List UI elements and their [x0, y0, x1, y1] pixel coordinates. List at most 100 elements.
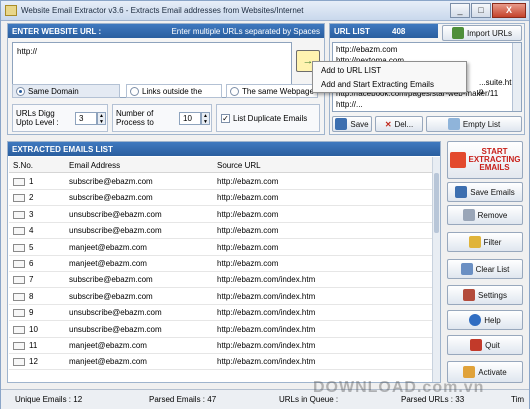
radio-same-domain[interactable]: Same Domain: [12, 84, 120, 98]
watermark: DOWNLOAD.com.vn: [313, 379, 485, 396]
table-row[interactable]: 6 manjeet@ebazm.com http://ebazm.com: [9, 256, 434, 272]
row-email: unsubscribe@ebazm.com: [69, 308, 162, 318]
envelope-icon: [13, 178, 25, 186]
row-sno: 8: [29, 291, 34, 301]
status-time: Tim: [511, 395, 525, 404]
quit-icon: [470, 339, 483, 351]
app-window: Website Email Extractor v3.6 - Extracts …: [0, 0, 530, 409]
radio-links-outside[interactable]: Links outside the: [126, 84, 222, 98]
emails-panel: EXTRACTED EMAILS LIST S.No. Email Addres…: [7, 141, 441, 383]
maximize-button[interactable]: □: [471, 3, 491, 18]
import-icon: [452, 27, 465, 39]
row-source: http://ebazm.com: [217, 226, 279, 236]
row-email: subscribe@ebazm.com: [69, 177, 153, 186]
filter-button[interactable]: Filter: [447, 232, 523, 252]
envelope-icon: [13, 276, 25, 285]
import-urls-button[interactable]: Import URLs: [442, 25, 522, 41]
url-list-item[interactable]: http://...: [336, 100, 363, 109]
remove-icon: [462, 209, 475, 221]
clear-list-icon: [460, 263, 473, 275]
radio-dot-icon: [130, 86, 139, 96]
process-count-spinner[interactable]: ▲ ▼: [201, 112, 210, 125]
envelope-icon: [13, 243, 25, 252]
row-source: http://ebazm.com: [217, 242, 279, 252]
url-entry-panel: ENTER WEBSITE URL : Enter multiple URLs …: [7, 23, 325, 135]
scrollbar-thumb[interactable]: [434, 173, 439, 233]
delete-icon: ✕: [384, 119, 392, 129]
row-email: subscribe@ebazm.com: [69, 291, 153, 301]
menu-item-add-to-url-list[interactable]: Add to URL LIST: [321, 66, 381, 75]
empty-list-button[interactable]: Empty List: [426, 116, 522, 132]
table-row[interactable]: 11 manjeet@ebazm.com http://ebazm.com/inde…: [9, 338, 434, 354]
help-icon: [469, 314, 482, 326]
table-row[interactable]: 2 subscribe@ebazm.com http://ebazm.com: [9, 190, 434, 207]
row-source: http://ebazm.com/index.htm: [217, 324, 316, 334]
process-count-group: Number of Process to 10 ▲ ▼: [112, 104, 212, 132]
table-row[interactable]: 7 subscribe@ebazm.com http://ebazm.com/ind…: [9, 272, 434, 289]
quit-button[interactable]: Quit: [447, 335, 523, 355]
window-title: Website Email Extractor v3.6 - Extracts …: [21, 6, 304, 15]
urls-digg-level-input[interactable]: 3: [75, 112, 97, 125]
url-list-header: URL LIST 408: [330, 24, 438, 38]
row-sno: 4: [29, 226, 34, 236]
settings-button[interactable]: Settings: [447, 285, 523, 305]
start-extracting-button[interactable]: START EXTRACTING EMAILS: [447, 141, 523, 179]
row-source: http://ebazm.com: [217, 177, 279, 186]
column-source[interactable]: Source URL: [217, 161, 261, 170]
table-row[interactable]: 9 unsubscribe@ebazm.com http://ebazm.com/i…: [9, 305, 434, 322]
row-email: manjeet@ebazm.com: [69, 357, 147, 367]
list-duplicate-checkbox[interactable]: ✓ List Duplicate Emails: [216, 104, 320, 132]
row-sno: 3: [29, 209, 34, 219]
process-count-input[interactable]: 10: [179, 112, 201, 125]
url-list-item[interactable]: http://ebazm.com: [336, 45, 397, 54]
envelope-icon: [13, 227, 25, 236]
table-row[interactable]: 1 subscribe@ebazm.com http://ebazm.com: [9, 174, 434, 190]
app-icon: [5, 5, 17, 16]
url-list-scrollbar[interactable]: [512, 43, 521, 111]
minimize-button[interactable]: _: [450, 3, 470, 18]
table-row[interactable]: 8 subscribe@ebazm.com http://ebazm.com/ind…: [9, 288, 434, 305]
emails-header: EXTRACTED EMAILS LIST: [8, 142, 440, 156]
urls-digg-spinner[interactable]: ▲ ▼: [97, 112, 106, 125]
settings-icon: [463, 289, 476, 301]
context-menu: Add to URL LIST Add and Start Extracting…: [312, 61, 467, 93]
url-entry-header: ENTER WEBSITE URL : Enter multiple URLs …: [8, 24, 324, 38]
row-email: unsubscribe@ebazm.com: [69, 209, 162, 219]
delete-url-button[interactable]: ✕ Del...: [375, 116, 423, 132]
save-urls-button[interactable]: Save: [332, 116, 372, 132]
clear-list-button[interactable]: Clear List: [447, 259, 523, 279]
table-row[interactable]: 3 unsubscribe@ebazm.com http://ebazm.com: [9, 206, 434, 223]
table-row[interactable]: 12 manjeet@ebazm.com http://ebazm.com/inde…: [9, 354, 434, 371]
save-icon: [335, 118, 348, 130]
save-emails-button[interactable]: Save Emails: [447, 182, 523, 202]
row-sno: 11: [29, 341, 38, 350]
row-email: subscribe@ebazm.com: [69, 193, 153, 203]
table-row[interactable]: 4 unsubscribe@ebazm.com http://ebazm.com: [9, 223, 434, 240]
radio-dot-selected-icon: [16, 86, 25, 96]
row-source: http://ebazm.com: [217, 209, 279, 219]
row-email: manjeet@ebazm.com: [69, 242, 147, 252]
remove-button[interactable]: Remove: [447, 205, 523, 225]
close-button[interactable]: X: [492, 3, 526, 18]
table-row[interactable]: 10 unsubscribe@ebazm.com http://ebazm.com/…: [9, 321, 434, 338]
url-list-count: 408: [392, 27, 406, 36]
row-sno: 5: [29, 242, 34, 252]
menu-item-add-and-start[interactable]: Add and Start Extracting Emails: [321, 80, 434, 89]
emails-scrollbar[interactable]: [432, 157, 440, 382]
row-sno: 10: [29, 324, 38, 334]
table-row[interactable]: 5 manjeet@ebazm.com http://ebazm.com: [9, 239, 434, 256]
status-parsed-emails: Parsed Emails : 47: [149, 395, 217, 404]
radio-same-webpage[interactable]: The same Webpage: [226, 84, 318, 98]
row-sno: 7: [29, 275, 34, 285]
checkbox-checked-icon: ✓: [221, 113, 230, 123]
row-email: unsubscribe@ebazm.com: [69, 226, 162, 236]
activate-icon: [463, 366, 476, 378]
column-email[interactable]: Email Address: [69, 161, 120, 170]
filter-icon: [468, 236, 481, 248]
row-sno: 6: [29, 259, 34, 268]
help-button[interactable]: Help: [447, 310, 523, 330]
envelope-icon: [13, 260, 25, 268]
column-sno[interactable]: S.No.: [13, 161, 33, 170]
row-email: manjeet@ebazm.com: [69, 341, 147, 350]
row-sno: 9: [29, 308, 34, 318]
